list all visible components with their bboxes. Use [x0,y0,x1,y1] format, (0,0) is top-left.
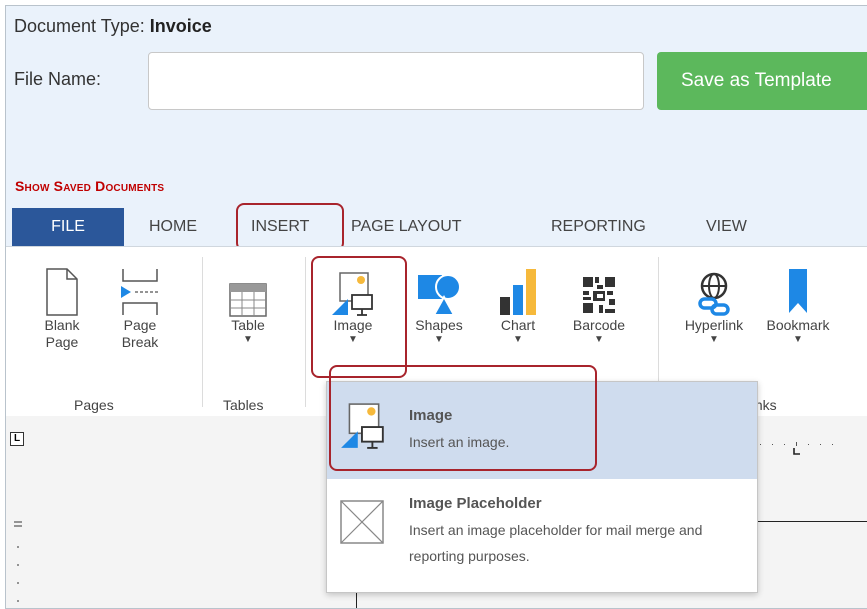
insert-tab-highlight [236,203,344,251]
document-type: Document Type: Invoice [14,16,212,36]
editor-frame: Document Type: Invoice File Name: Save a… [5,5,867,609]
file-name-input[interactable] [148,52,644,110]
page-break-icon [121,269,159,315]
barcode-button[interactable]: Barcode ▼ [564,261,634,346]
tab-home[interactable]: HOME [149,208,197,246]
image-button-highlight [311,256,407,378]
image-placeholder-icon [340,500,384,544]
blank-page-button[interactable]: Blank Page [34,261,90,351]
hyperlink-icon [698,272,730,316]
menu-item-title: Image Placeholder [409,495,542,512]
file-name-label: File Name: [14,69,102,89]
chevron-down-icon: ▼ [793,334,803,345]
bookmark-icon [789,269,807,313]
tab-view[interactable]: VIEW [706,208,747,246]
chevron-down-icon: ▼ [434,334,444,345]
bookmark-button[interactable]: Bookmark ▼ [758,261,838,346]
hyperlink-button[interactable]: Hyperlink ▼ [674,261,754,346]
group-label-pages: Pages [74,397,114,413]
group-label-tables: Tables [223,397,264,413]
ribbon-separator [202,257,203,407]
chevron-down-icon: ▼ [594,334,604,345]
save-as-template-button[interactable]: Save as Template [657,52,867,110]
table-icon [229,283,267,317]
blank-page-icon [46,268,78,316]
vertical-ruler [14,521,22,602]
ribbon-tabs: FILE HOME INSERT PAGE LAYOUT REPORTING V… [6,208,867,246]
horizontal-ruler [760,442,833,455]
page-break-button[interactable]: Page Break [112,261,168,351]
ribbon-separator [305,257,306,407]
tab-file[interactable]: FILE [12,208,124,246]
image-menu-item-highlight [329,365,597,471]
shapes-button[interactable]: Shapes ▼ [406,261,472,346]
barcode-icon [581,275,617,315]
show-saved-documents-link[interactable]: Show Saved Documents [15,178,164,194]
ruler-tab-selector[interactable]: L [10,432,24,446]
table-button[interactable]: Table ▼ [218,261,278,346]
chart-button[interactable]: Chart ▼ [490,261,546,346]
document-type-value: Invoice [149,16,212,36]
chevron-down-icon: ▼ [513,334,523,345]
shapes-icon [418,274,461,316]
chevron-down-icon: ▼ [709,334,719,345]
menu-item-image-placeholder[interactable]: Image Placeholder Insert an image placeh… [327,487,757,592]
tab-reporting[interactable]: REPORTING [551,208,646,246]
chevron-down-icon: ▼ [243,334,253,345]
chart-icon [500,269,536,315]
menu-item-description: Insert an image placeholder for mail mer… [409,522,703,564]
tab-page-layout[interactable]: PAGE LAYOUT [351,208,462,246]
